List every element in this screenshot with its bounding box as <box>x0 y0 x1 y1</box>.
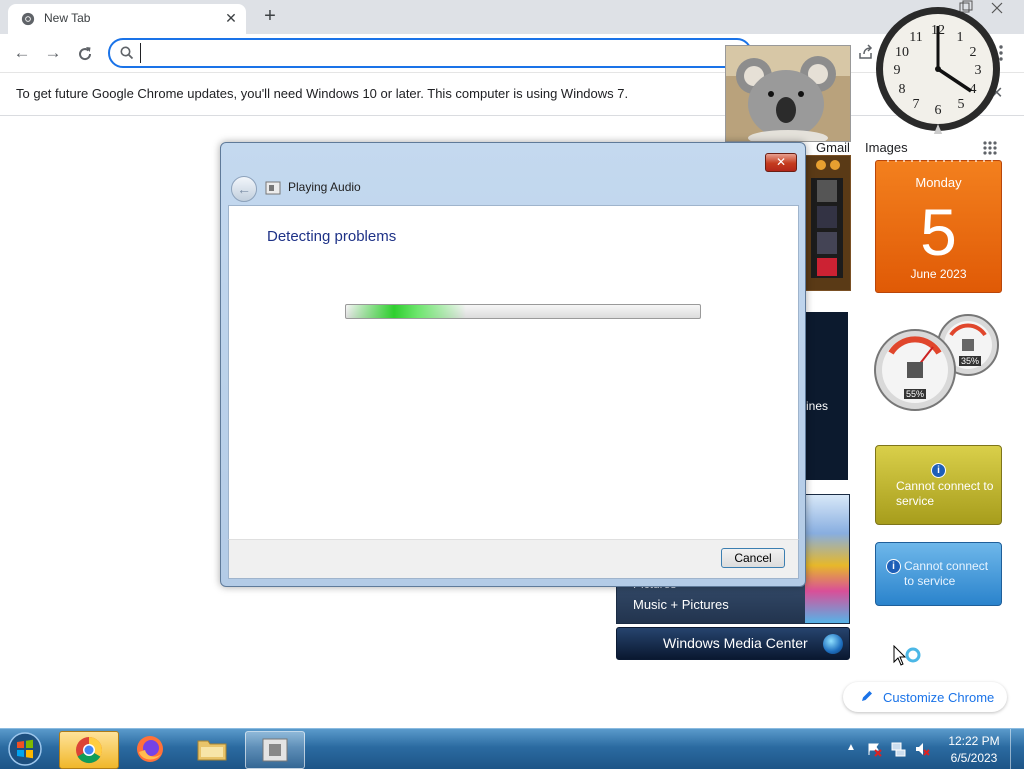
currency-status-text: Cannot connect to service <box>904 559 989 588</box>
picture-thumbnails <box>805 495 849 623</box>
cancel-button[interactable]: Cancel <box>721 548 785 568</box>
weather-status-text: Cannot connect to service <box>896 479 994 508</box>
svg-text:11: 11 <box>909 30 922 45</box>
chrome-icon <box>76 737 103 764</box>
cpu-meter-dials-icon <box>874 314 999 411</box>
koala-photo <box>726 46 850 146</box>
info-icon: i <box>931 463 946 478</box>
chrome-icon <box>21 12 35 26</box>
info-icon: i <box>886 559 901 574</box>
tab-close-icon[interactable]: ✕ <box>222 9 240 27</box>
firefox-icon <box>137 736 163 762</box>
system-tray: ▲ 12:22 PM 6/5/2023 <box>840 729 1024 769</box>
search-icon <box>120 46 134 60</box>
show-desktop-button[interactable] <box>1010 729 1024 769</box>
svg-text:8: 8 <box>899 82 906 97</box>
calendar-month: June 2023 <box>910 267 967 281</box>
action-center-icon[interactable] <box>866 741 882 757</box>
tray-expand-icon[interactable]: ▲ <box>846 742 856 753</box>
new-tab-button[interactable]: + <box>258 5 282 29</box>
taskbar-troubleshooter-button[interactable] <box>245 731 305 769</box>
svg-text:3: 3 <box>975 63 982 78</box>
svg-text:5: 5 <box>958 97 965 112</box>
clock-gadget[interactable]: 1212 345 678 91011 <box>873 4 1003 134</box>
troubleshooter-icon <box>262 738 288 762</box>
cpu-usage-label: 55% <box>904 389 927 399</box>
troubleshooter-dialog: ✕ ← Playing Audio Detecting problems Can… <box>220 142 806 587</box>
windows-orb-icon <box>823 634 843 654</box>
dialog-close-button[interactable]: ✕ <box>765 153 797 172</box>
pencil-icon <box>862 691 872 701</box>
progress-bar <box>345 304 701 319</box>
progress-indicator <box>346 305 466 318</box>
back-icon[interactable]: ← <box>10 42 34 64</box>
slideshow-gadget[interactable] <box>725 45 851 146</box>
taskbar: ▲ 12:22 PM 6/5/2023 <box>0 728 1024 769</box>
media-center-tile-label: ines <box>806 399 829 413</box>
back-arrow-icon[interactable]: ← <box>231 176 257 202</box>
tab-new-tab[interactable]: New Tab ✕ <box>8 4 246 34</box>
memory-usage-label: 35% <box>959 356 982 366</box>
svg-text:1: 1 <box>957 30 964 45</box>
dialog-footer: Cancel <box>228 539 799 579</box>
busy-cursor-icon <box>893 645 921 666</box>
game-board-icon <box>811 160 843 278</box>
customize-chrome-button[interactable]: Customize Chrome <box>843 682 1007 712</box>
forward-icon[interactable]: → <box>41 42 65 64</box>
clock-time[interactable]: 12:22 PM <box>946 734 1002 748</box>
troubleshooter-icon <box>265 181 281 195</box>
volume-muted-icon[interactable] <box>914 741 930 757</box>
address-bar[interactable] <box>108 38 752 68</box>
calendar-date: 5 <box>920 195 957 269</box>
cpu-meter-gadget[interactable]: 55% 35% <box>873 313 1003 413</box>
reload-icon[interactable] <box>76 45 94 63</box>
network-icon[interactable] <box>890 741 906 757</box>
svg-text:9: 9 <box>894 63 901 78</box>
calendar-gadget[interactable]: Monday 5 June 2023 <box>875 155 1002 293</box>
taskbar-chrome-button[interactable] <box>59 731 119 769</box>
svg-text:10: 10 <box>895 45 909 60</box>
media-center-pictures-label: Music + Pictures <box>633 597 729 612</box>
address-input[interactable] <box>140 43 705 63</box>
svg-text:2: 2 <box>970 45 977 60</box>
games-gadget[interactable] <box>804 155 851 291</box>
dialog-content: Detecting problems <box>228 205 799 541</box>
svg-text:7: 7 <box>913 97 920 112</box>
dialog-title: Playing Audio <box>288 180 361 194</box>
taskbar-explorer-button[interactable] <box>183 731 241 767</box>
tab-title: New Tab <box>44 11 91 25</box>
share-icon[interactable] <box>858 44 874 60</box>
currency-gadget[interactable]: i Cannot connect to service <box>875 542 1002 606</box>
infobar-message: To get future Google Chrome updates, you… <box>16 86 629 101</box>
browser-toolbar: ← → <box>0 34 1024 73</box>
customize-chrome-label: Customize Chrome <box>883 690 995 705</box>
calendar-spiral-icon <box>887 155 993 162</box>
update-infobar: To get future Google Chrome updates, you… <box>0 73 1024 116</box>
clock-date[interactable]: 6/5/2023 <box>946 751 1002 765</box>
weather-gadget[interactable]: i Cannot connect to service <box>875 445 1002 525</box>
folder-icon <box>197 740 227 761</box>
taskbar-firefox-button[interactable] <box>121 731 179 767</box>
svg-text:6: 6 <box>935 103 942 118</box>
tab-strip: New Tab ✕ + <box>0 0 1024 34</box>
windows-media-center-gadget[interactable]: Windows Media Center <box>616 627 850 660</box>
dialog-heading: Detecting problems <box>267 228 397 245</box>
media-center-tile[interactable]: ines <box>804 312 848 480</box>
start-button-icon[interactable] <box>5 730 45 768</box>
media-center-title: Windows Media Center <box>663 635 808 651</box>
calendar-day: Monday <box>915 175 962 190</box>
